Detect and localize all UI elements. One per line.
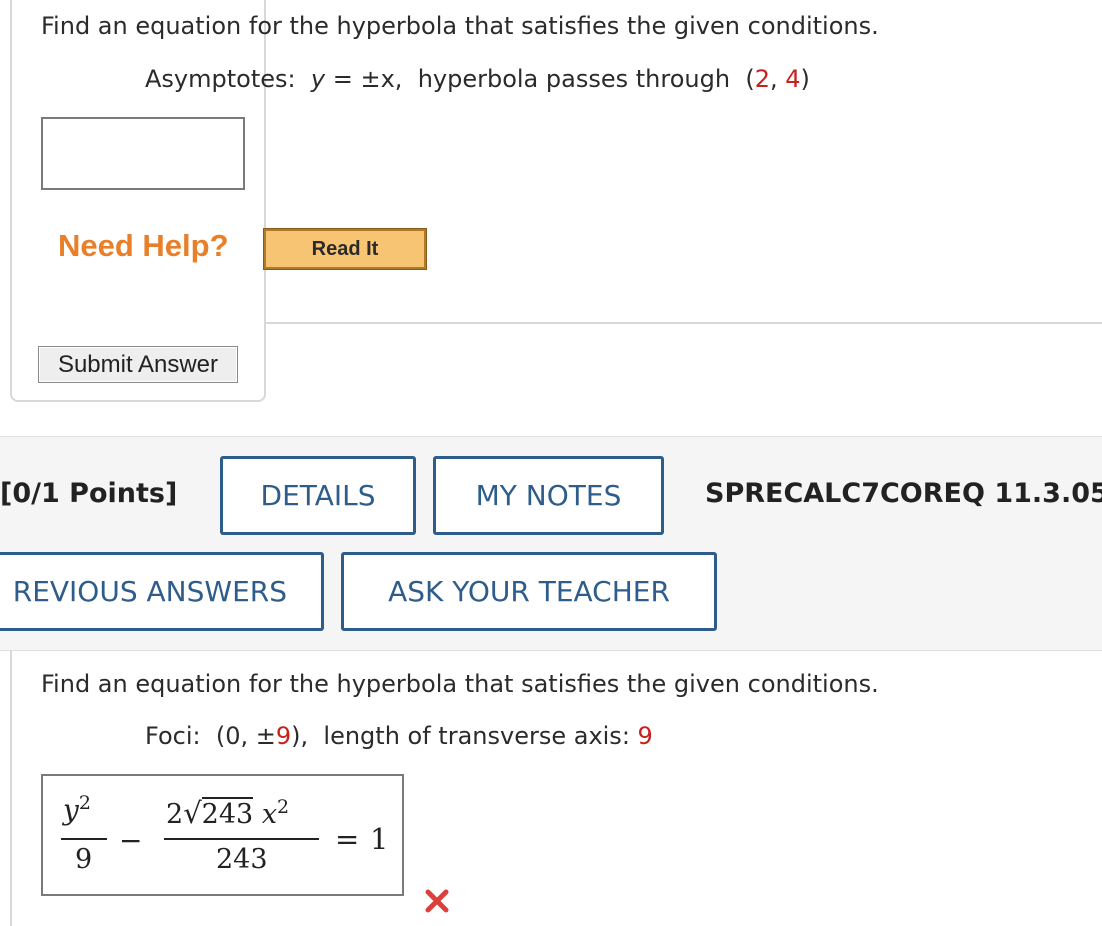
point-close: )	[800, 65, 810, 93]
question-1-prompt: Find an equation for the hyperbola that …	[41, 12, 879, 40]
question-2-conditions: Foci: (0, ±9), length of transverse axis…	[145, 722, 653, 750]
sqrt-symbol: √	[183, 796, 202, 830]
point-open: (	[745, 65, 755, 93]
term1-denominator: 9	[75, 844, 93, 875]
answer-input[interactable]	[41, 117, 245, 190]
divider-line	[266, 322, 1102, 324]
question-1-conditions: Asymptotes: y = ±x, hyperbola passes thr…	[145, 65, 810, 93]
wrong-x-icon	[425, 889, 449, 913]
points-label: [0/1 Points]	[0, 478, 178, 509]
foci-label: Foci:	[145, 722, 201, 750]
foci-value-prefix: (0, ±	[215, 722, 276, 750]
point-x: 2	[754, 65, 770, 93]
my-notes-button[interactable]: MY NOTES	[433, 456, 664, 535]
transverse-label: length of transverse axis:	[323, 722, 630, 750]
term2-numerator: 2√243 x2	[166, 796, 290, 830]
rhs-value: 1	[370, 822, 389, 856]
equals-sign-2: =	[335, 822, 360, 856]
point-comma: ,	[769, 65, 778, 93]
minus-sign: −	[119, 824, 143, 857]
submit-answer-button[interactable]: Submit Answer	[38, 346, 238, 383]
term2-fraction-bar	[164, 838, 319, 840]
ask-your-teacher-button[interactable]: ASK YOUR TEACHER	[341, 552, 717, 631]
question-2-prompt: Find an equation for the hyperbola that …	[41, 670, 879, 698]
previous-answers-button[interactable]: REVIOUS ANSWERS	[0, 552, 324, 631]
transverse-value: 9	[637, 722, 653, 750]
read-it-button[interactable]: Read It	[263, 228, 427, 270]
pm-x: ±x,	[360, 65, 403, 93]
need-help-label: Need Help?	[58, 228, 229, 263]
term1-numerator: y2	[63, 792, 91, 827]
point-y: 4	[785, 65, 801, 93]
asymptotes-label: Asymptotes:	[145, 65, 296, 93]
foci-value-suffix: ),	[291, 722, 309, 750]
condition-rest: hyperbola passes through	[417, 65, 731, 93]
details-button[interactable]: DETAILS	[220, 456, 416, 535]
equals-sign: =	[332, 65, 353, 93]
question-2-panel	[10, 651, 12, 926]
question-1-panel	[10, 0, 266, 402]
foci-value-num: 9	[275, 722, 292, 750]
y-variable: y	[310, 65, 326, 93]
term2-denominator: 243	[216, 844, 268, 875]
term1-fraction-bar	[61, 838, 107, 840]
question-code: SPRECALC7COREQ 11.3.05	[705, 478, 1102, 509]
